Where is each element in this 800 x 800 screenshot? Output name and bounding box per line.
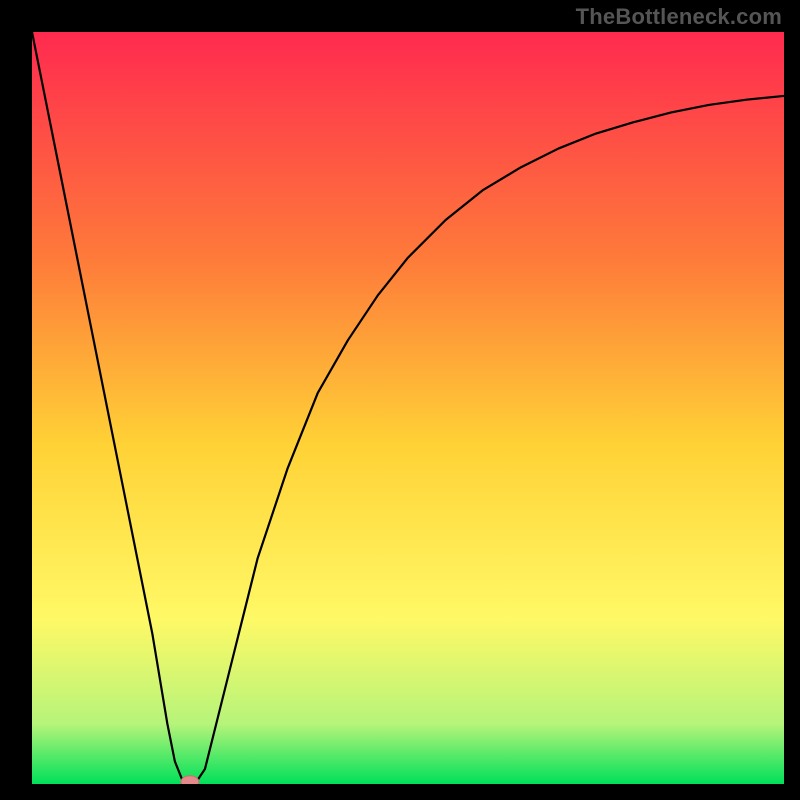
chart-svg	[32, 32, 784, 784]
gradient-background	[32, 32, 784, 784]
watermark-text: TheBottleneck.com	[576, 4, 782, 30]
optimal-point-marker	[181, 776, 199, 784]
chart-frame: TheBottleneck.com	[0, 0, 800, 800]
plot-area	[32, 32, 784, 784]
